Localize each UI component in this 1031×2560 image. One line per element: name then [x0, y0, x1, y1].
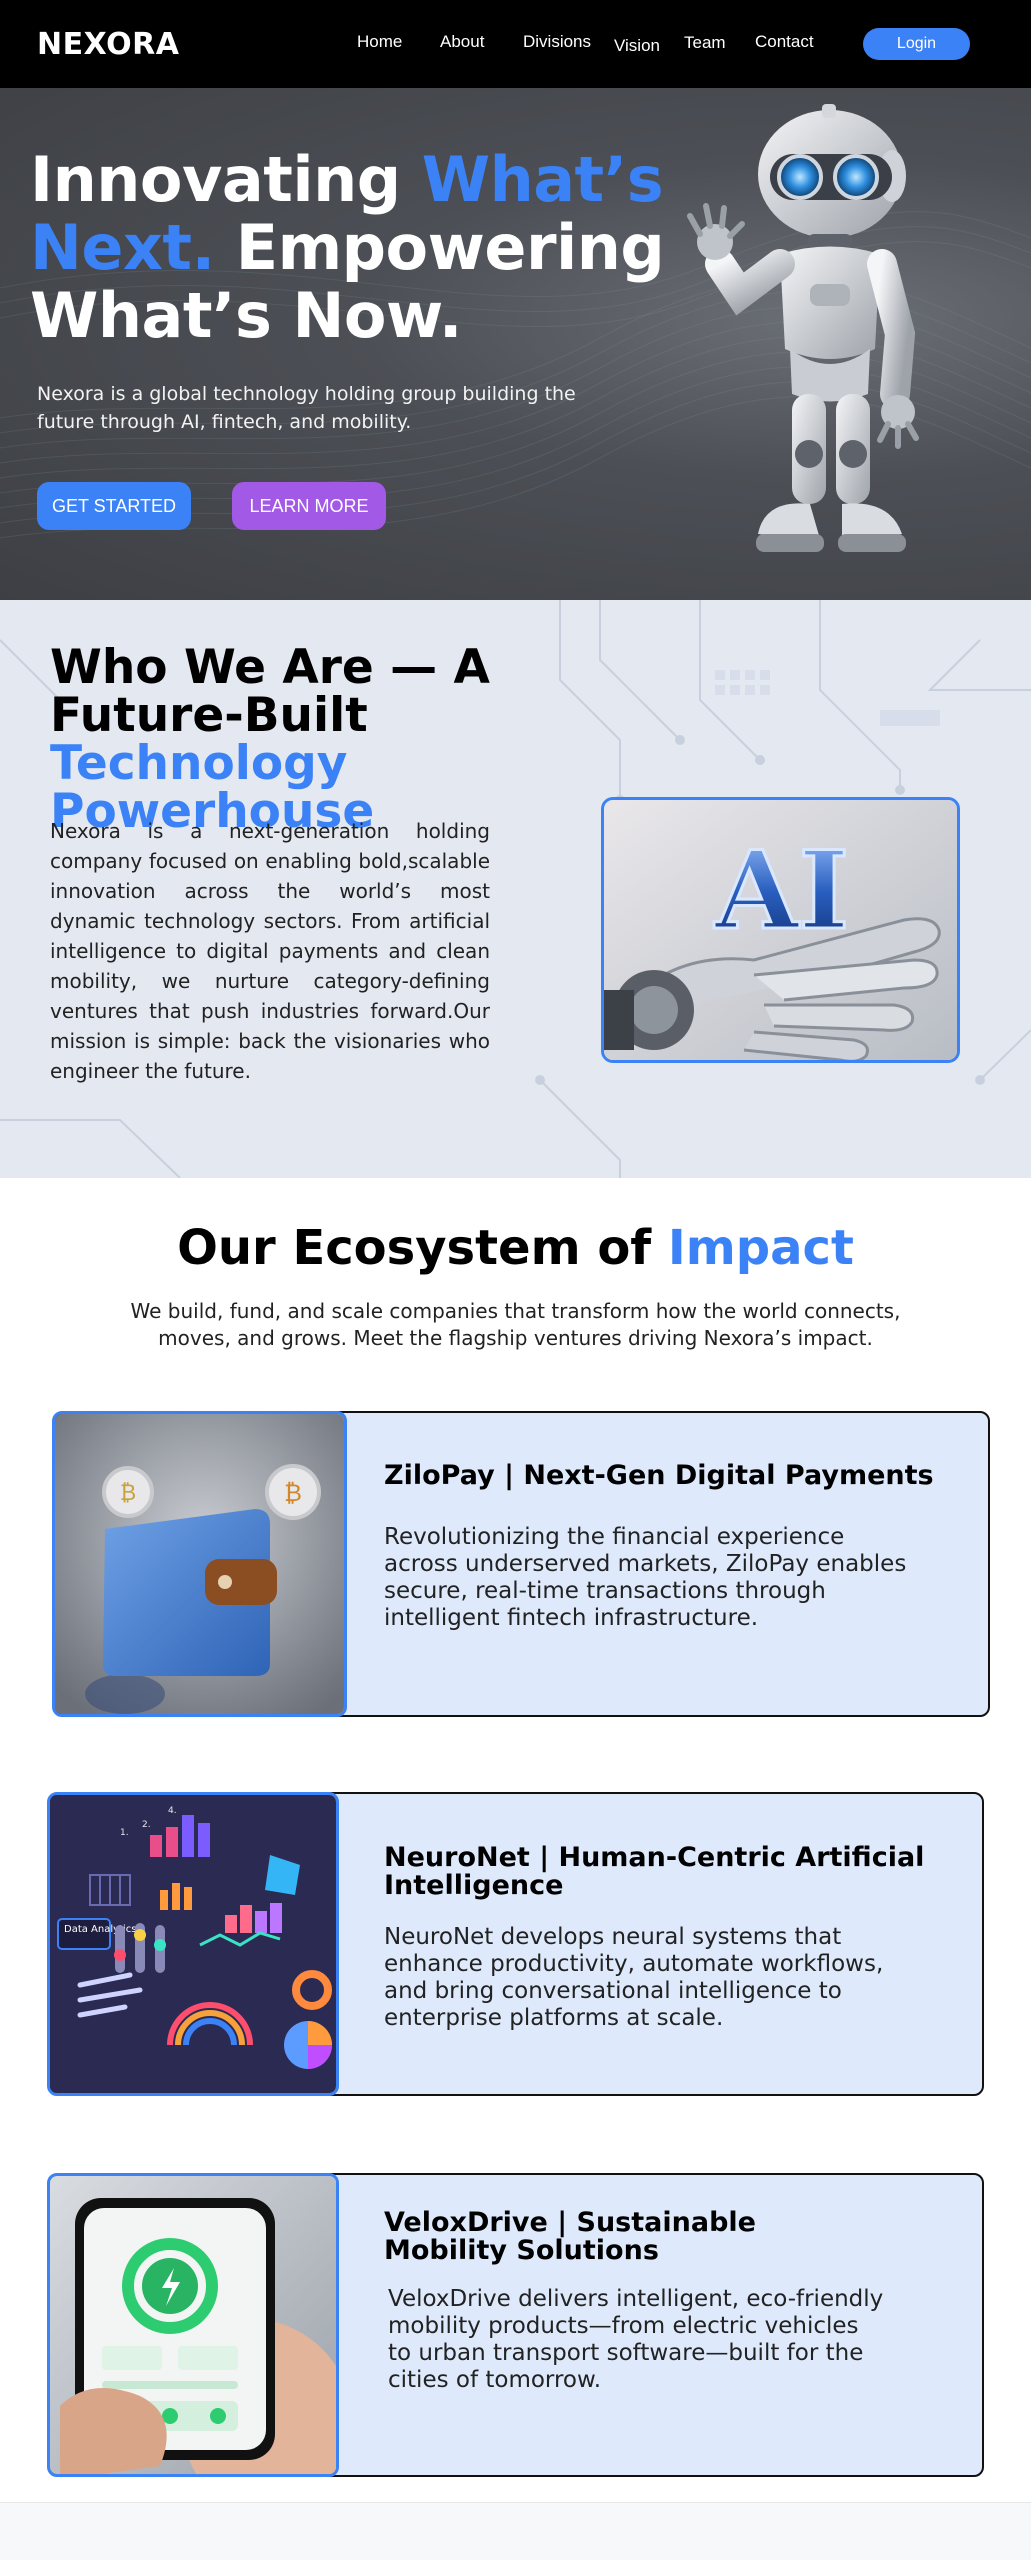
ai-letters: AI — [714, 828, 849, 954]
who-we-are-description: Nexora is a next-generation holding comp… — [50, 819, 490, 1083]
data-analytics-image: 1. 2. 4. Data Analytics — [47, 1792, 339, 2096]
page-footer-strip — [0, 2502, 1031, 2560]
learn-more-button[interactable]: LEARN MORE — [232, 482, 386, 530]
nexora-logo[interactable]: NEXORA — [37, 27, 179, 62]
ecosystem-heading: Our Ecosystem of Impact — [177, 1220, 854, 1276]
data-analytics-label: Data Analytics — [64, 1924, 136, 1935]
ecosystem-subtitle: We build, fund, and scale companies that… — [130, 1299, 901, 1350]
login-button[interactable]: Login — [863, 28, 970, 60]
nav-link-contact[interactable]: Contact — [755, 32, 814, 52]
hero-headline: Innovating What’s Next. Empowering What’s … — [30, 143, 665, 352]
veloxdrive-description: VeloxDrive delivers intelligent, eco-fri… — [388, 2286, 884, 2393]
who-we-are-heading: Who We Are — A Future-Built Technology P… — [50, 640, 490, 839]
svg-text:2.: 2. — [142, 1820, 151, 1830]
svg-text:₿: ₿ — [284, 1479, 302, 1507]
nav-link-home[interactable]: Home — [357, 32, 402, 52]
who-we-are-section: Who We Are — A Future-Built Technology P… — [0, 600, 1031, 1178]
top-navbar: NEXORA Home About Divisions Vision Team … — [0, 0, 1031, 88]
robot-illustration — [687, 104, 919, 552]
nav-link-divisions[interactable]: Divisions — [523, 32, 591, 52]
nav-link-team[interactable]: Team — [684, 33, 726, 53]
veloxdrive-title: VeloxDrive | Sustainable Mobility Soluti… — [384, 2207, 756, 2266]
ev-app-phone-image — [47, 2173, 339, 2477]
svg-text:4.: 4. — [168, 1806, 177, 1816]
svg-text:1.: 1. — [120, 1828, 129, 1838]
nav-link-about[interactable]: About — [440, 32, 484, 52]
hero-section: Innovating What’s Next. Empowering What’s … — [0, 88, 1031, 600]
neuronet-title: NeuroNet | Human-Centric Artificial Inte… — [384, 1842, 925, 1901]
nav-link-vision[interactable]: Vision — [614, 36, 660, 56]
ai-hand-image: AI — [601, 797, 960, 1063]
neuronet-description: NeuroNet develops neural systems that en… — [384, 1924, 884, 2031]
wallet-image: ₿ ₿ — [52, 1411, 347, 1717]
hero-subtitle: Nexora is a global technology holding gr… — [37, 383, 576, 433]
get-started-button[interactable]: GET STARTED — [37, 482, 191, 530]
zilopay-title: ZiloPay | Next-Gen Digital Payments — [384, 1460, 934, 1491]
zilopay-description: Revolutionizing the financial experience… — [384, 1524, 907, 1631]
svg-text:₿: ₿ — [120, 1481, 136, 1506]
